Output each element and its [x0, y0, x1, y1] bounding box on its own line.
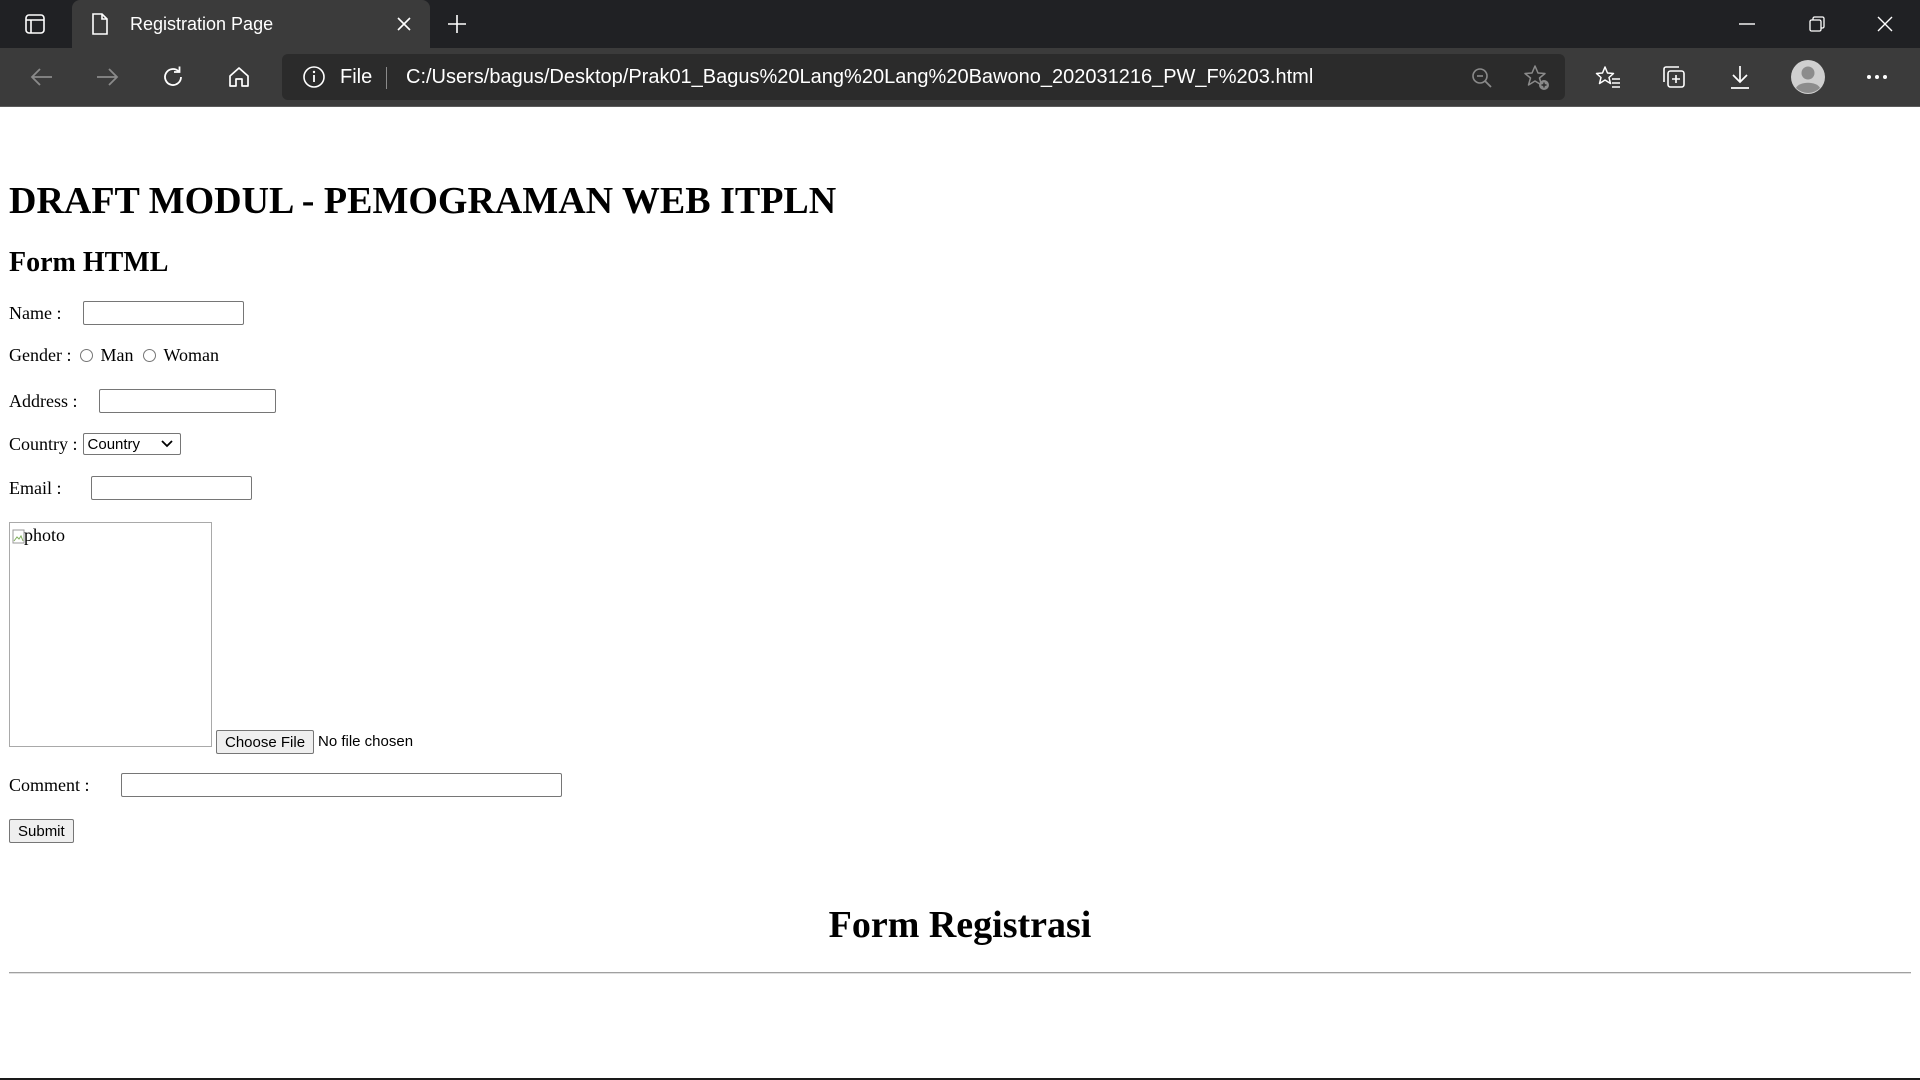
name-row: Name :: [9, 301, 245, 325]
address-url[interactable]: C:/Users/bagus/Desktop/Prak01_Bagus%20La…: [406, 66, 1313, 89]
page-icon: [88, 12, 112, 36]
form-registrasi-heading: Form Registrasi: [828, 904, 1092, 946]
browser-toolbar: File C:/Users/bagus/Desktop/Prak01_Bagus…: [0, 48, 1920, 106]
gender-man-radio[interactable]: [80, 349, 94, 362]
comment-input[interactable]: [120, 773, 562, 797]
gender-label: Gender :: [9, 345, 72, 365]
browser-tab-bar: Registration Page: [0, 0, 1920, 48]
comment-label: Comment :: [9, 774, 90, 795]
more-options-icon[interactable]: [1857, 57, 1897, 97]
gender-woman-label: Woman: [163, 345, 220, 365]
gender-woman-radio[interactable]: [143, 349, 157, 362]
submit-button[interactable]: Submit: [9, 819, 74, 843]
forward-icon[interactable]: [87, 57, 127, 97]
address-label: Address :: [9, 390, 78, 411]
gender-man-label: Man: [100, 345, 134, 365]
chevron-down-icon: [160, 437, 174, 455]
form-subheading: Form HTML: [9, 247, 169, 278]
name-label: Name :: [9, 302, 62, 323]
address-bar[interactable]: File C:/Users/bagus/Desktop/Prak01_Bagus…: [282, 54, 1565, 100]
address-separator: [386, 67, 387, 89]
country-row: Country : Country: [9, 433, 181, 455]
photo-image-placeholder: photo: [9, 522, 212, 747]
choose-file-button[interactable]: Choose File: [216, 730, 315, 754]
close-tab-icon[interactable]: [392, 12, 416, 36]
home-icon[interactable]: [219, 57, 259, 97]
downloads-icon[interactable]: [1720, 57, 1760, 97]
email-label: Email :: [9, 477, 62, 498]
address-input[interactable]: [98, 389, 276, 413]
country-selected-value: Country: [87, 435, 141, 453]
favorites-icon[interactable]: [1588, 57, 1628, 97]
address-row: Address :: [9, 389, 276, 413]
page-heading: DRAFT MODUL - PEMOGRAMAN WEB ITPLN: [9, 180, 837, 222]
minimize-icon[interactable]: [1712, 0, 1782, 48]
add-favorite-icon[interactable]: [1522, 63, 1552, 93]
close-window-icon[interactable]: [1850, 0, 1920, 48]
email-row: Email :: [9, 476, 252, 500]
photo-alt-text: photo: [24, 525, 66, 545]
comment-row: Comment :: [9, 773, 562, 797]
profile-avatar-icon[interactable]: [1788, 57, 1828, 97]
gender-row: Gender : Man Woman: [9, 345, 219, 366]
tab-actions-icon[interactable]: [16, 8, 54, 40]
email-input[interactable]: [90, 476, 252, 500]
zoom-out-icon[interactable]: [1467, 63, 1497, 93]
collections-icon[interactable]: [1654, 57, 1694, 97]
address-scheme-label: File: [340, 66, 373, 88]
back-icon[interactable]: [22, 57, 62, 97]
file-status-text: No file chosen: [318, 733, 414, 750]
browser-tab-active[interactable]: Registration Page: [72, 0, 430, 48]
restore-icon[interactable]: [1782, 0, 1852, 48]
page-content: DRAFT MODUL - PEMOGRAMAN WEB ITPLN Form …: [0, 107, 1920, 1080]
name-input[interactable]: [83, 301, 245, 325]
new-tab-icon[interactable]: [440, 8, 474, 40]
country-select[interactable]: Country: [82, 433, 181, 455]
horizontal-rule: [9, 972, 1911, 974]
refresh-icon[interactable]: [153, 57, 193, 97]
site-info-icon[interactable]: [302, 65, 326, 89]
tab-title: Registration Page: [130, 13, 274, 34]
country-label: Country :: [9, 433, 78, 454]
